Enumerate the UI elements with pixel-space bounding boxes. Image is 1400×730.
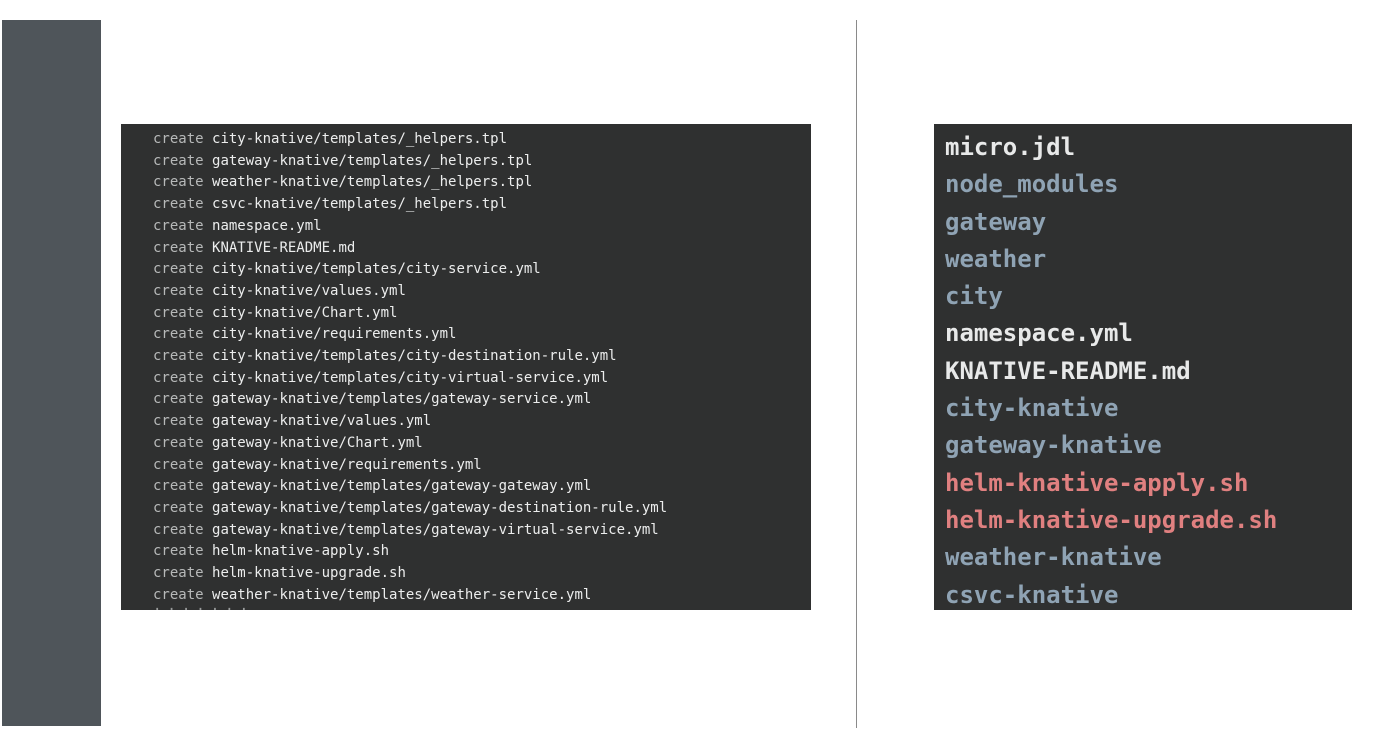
created-file-path: city-knative/values.yml (212, 282, 406, 299)
listing-item-executable: helm-knative-upgrade.sh (945, 505, 1278, 534)
created-file-path: gateway-knative/requirements.yml (212, 456, 482, 473)
create-keyword: create (153, 543, 204, 560)
terminal-line: create city-knative/templates/city-virtu… (153, 368, 667, 390)
create-keyword: create (153, 586, 204, 603)
created-file-path: weather-knative/templates/weather-servic… (212, 586, 592, 603)
terminal-output-panel: ' create city-knative/templates/_helpers… (121, 124, 811, 610)
listing-item-file: namespace.yml (945, 319, 1133, 348)
terminal-line: create city-knative/values.yml (153, 281, 667, 303)
created-file-path: gateway-knative/templates/gateway-virtua… (212, 521, 659, 538)
create-keyword: create (153, 499, 204, 516)
terminal-line: create city-knative/Chart.yml (153, 303, 667, 325)
directory-listing: micro.jdl node_modulesgateway weather city n… (945, 129, 1277, 610)
listing-item-directory: city (945, 282, 1003, 311)
terminal-line: create gateway-knative/requirements.yml (153, 455, 667, 477)
create-keyword: create (153, 348, 204, 365)
terminal-line: create city-knative/templates/city-servi… (153, 259, 667, 281)
terminal-line: create gateway-knative/templates/gateway… (153, 520, 667, 542)
listing-item-file: KNATIVE-README.md (945, 356, 1191, 385)
terminal-line: create gateway-knative/templates/_helper… (153, 151, 667, 173)
terminal-line: create KNATIVE-README.md (153, 238, 667, 260)
create-keyword: create (153, 152, 204, 169)
listing-item-directory: node_modules (945, 170, 1119, 199)
created-file-path: helm-knative-apply.sh (212, 543, 390, 560)
terminal-output-list: create city-knative/templates/_helpers.t… (153, 129, 667, 606)
create-keyword: create (153, 565, 204, 582)
create-keyword: create (153, 434, 204, 451)
created-file-path: gateway-knative/templates/gateway-servic… (212, 391, 592, 408)
created-file-path: KNATIVE-README.md (212, 239, 356, 256)
created-file-path: gateway-knative/templates/_helpers.tpl (212, 152, 533, 169)
created-file-path: city-knative/templates/_helpers.tpl (212, 131, 508, 147)
create-keyword: create (153, 413, 204, 430)
create-keyword: create (153, 521, 204, 538)
created-file-path: gateway-knative/templates/gateway-destin… (212, 499, 668, 516)
terminal-line: create gateway-knative/templates/gateway… (153, 476, 667, 498)
created-file-path: city-knative/templates/city-virtual-serv… (212, 369, 609, 386)
created-file-path: city-knative/Chart.yml (212, 304, 398, 321)
created-file-path: weather-knative/templates/_helpers.tpl (212, 174, 533, 191)
cutoff-line-top: ' (761, 124, 775, 126)
terminal-line: create helm-knative-apply.sh (153, 541, 667, 563)
create-keyword: create (153, 391, 204, 408)
created-file-path: city-knative/templates/city-service.yml (212, 261, 541, 278)
directory-listing-panel: micro.jdl node_modulesgateway weather city n… (934, 124, 1352, 610)
terminal-line: create city-knative/templates/city-desti… (153, 346, 667, 368)
terminal-line: create helm-knative-upgrade.sh (153, 563, 667, 585)
create-keyword: create (153, 217, 204, 234)
created-file-path: gateway-knative/values.yml (212, 413, 432, 430)
listing-item-directory: weather (945, 244, 1047, 273)
create-keyword: create (153, 261, 204, 278)
created-file-path: helm-knative-upgrade.sh (212, 565, 406, 582)
terminal-line: create city-knative/requirements.yml (153, 324, 667, 346)
terminal-line: create gateway-knative/Chart.yml (153, 433, 667, 455)
create-keyword: create (153, 369, 204, 386)
listing-item-directory: gateway (945, 207, 1047, 236)
created-file-path: csvc-knative/templates/_helpers.tpl (212, 196, 508, 213)
left-sidebar-panel (2, 20, 101, 726)
terminal-line: create namespace.yml (153, 216, 667, 238)
terminal-line: create csvc-knative/templates/_helpers.t… (153, 194, 667, 216)
listing-item-directory: gateway-knative (945, 431, 1162, 460)
listing-item-directory: weather-knative (945, 543, 1162, 572)
created-file-path: gateway-knative/templates/gateway-gatewa… (212, 478, 592, 495)
create-keyword: create (153, 326, 204, 343)
listing-item-executable: helm-knative-apply.sh (945, 468, 1249, 497)
create-keyword: create (153, 456, 204, 473)
created-file-path: gateway-knative/Chart.yml (212, 434, 423, 451)
listing-item-directory: city-knative (945, 394, 1119, 423)
terminal-line: create weather-knative/templates/_helper… (153, 172, 667, 194)
terminal-line: create gateway-knative/values.yml (153, 411, 667, 433)
created-file-path: city-knative/templates/city-destination-… (212, 348, 617, 365)
create-keyword: create (153, 239, 204, 256)
listing-item-file: micro.jdl (945, 133, 1076, 161)
create-keyword: create (153, 174, 204, 191)
terminal-line: create gateway-knative/templates/gateway… (153, 389, 667, 411)
cutoff-line-bottom: ······· (153, 602, 255, 610)
created-file-path: city-knative/requirements.yml (212, 326, 457, 343)
listing-item-directory: csvc-knative (945, 580, 1119, 609)
created-file-path: namespace.yml (212, 217, 322, 234)
create-keyword: create (153, 304, 204, 321)
create-keyword: create (153, 282, 204, 299)
create-keyword: create (153, 478, 204, 495)
terminal-line: create city-knative/templates/_helpers.t… (153, 129, 667, 151)
vertical-divider (856, 20, 857, 728)
terminal-line: create gateway-knative/templates/gateway… (153, 498, 667, 520)
create-keyword: create (153, 131, 204, 147)
create-keyword: create (153, 196, 204, 213)
